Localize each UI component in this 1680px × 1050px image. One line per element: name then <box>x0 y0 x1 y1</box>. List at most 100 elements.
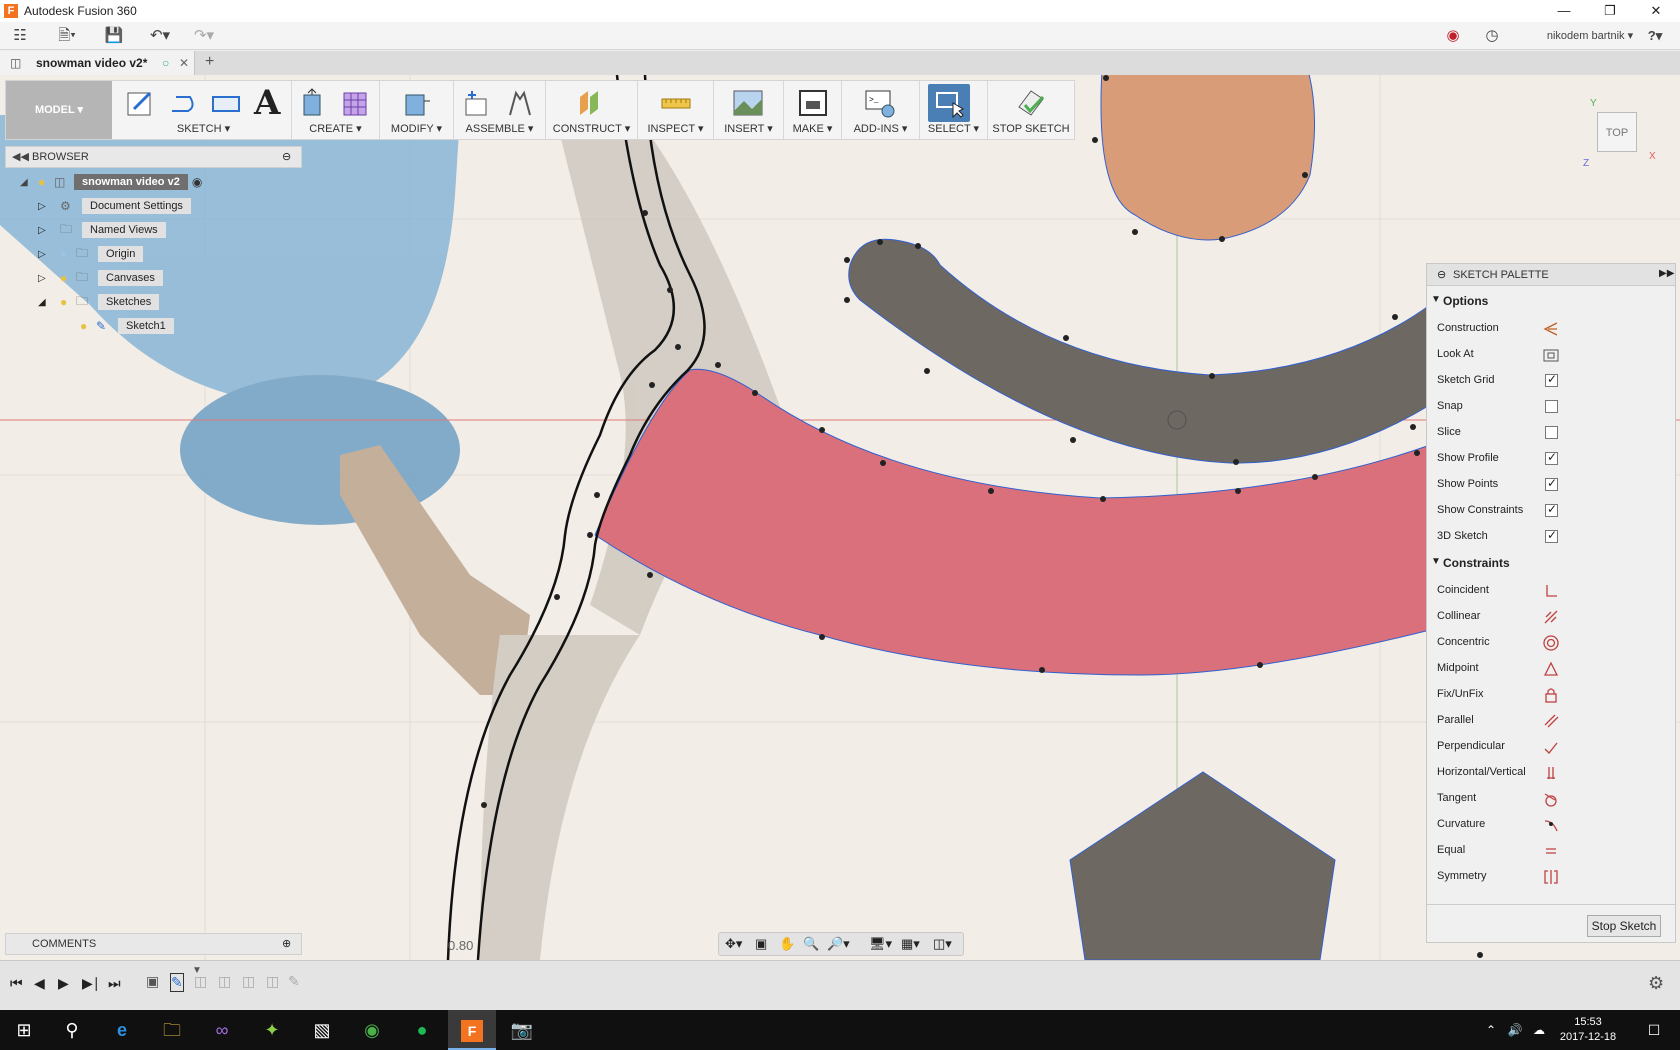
app-grid-icon[interactable]: ☷ <box>8 26 32 46</box>
file-explorer-icon[interactable]: 🗀 <box>148 1010 196 1050</box>
3d-sketch-checkbox[interactable] <box>1545 528 1558 543</box>
select-group-label[interactable]: SELECT ▾ <box>920 122 987 135</box>
timeline-sketch-icon[interactable]: ✎ <box>170 973 184 992</box>
timeline-feature-icon[interactable]: ◫ <box>194 973 207 990</box>
look-at-icon[interactable] <box>1543 347 1559 363</box>
constraint-coincident[interactable]: Coincident <box>1427 578 1677 604</box>
volume-icon[interactable]: 🔊 <box>1504 1010 1526 1050</box>
user-menu[interactable]: nikodem bartnik ▾ <box>1530 26 1650 46</box>
step-forward-icon[interactable]: ▶∣ <box>82 975 100 992</box>
fusion360-taskbar-icon[interactable]: F <box>448 1010 496 1050</box>
option-show-constraints[interactable]: Show Constraints <box>1427 498 1677 524</box>
browser-item-origin[interactable]: ▷ ● 🗀 Origin <box>38 244 144 264</box>
constraint-fix-unfix[interactable]: Fix/UnFix <box>1427 682 1677 708</box>
timeline-canvas-icon[interactable]: ▣ <box>146 973 159 990</box>
action-center-icon[interactable]: ☐ <box>1632 1010 1676 1050</box>
addins-group-label[interactable]: ADD-INS ▾ <box>842 122 919 135</box>
start-icon[interactable]: ⊞ <box>0 1010 48 1050</box>
undo-icon[interactable]: ↶▾ <box>144 26 176 46</box>
viewcube[interactable]: Y TOP X Z <box>1583 98 1670 178</box>
expand-icon[interactable]: ▷ <box>38 273 60 284</box>
help-icon[interactable]: ?▾ <box>1640 26 1670 46</box>
visibility-bulb-icon[interactable]: ● <box>60 271 76 285</box>
option-show-profile[interactable]: Show Profile <box>1427 446 1677 472</box>
step-back-icon[interactable]: ◀ <box>34 975 45 992</box>
option-construction[interactable]: Construction <box>1427 316 1677 342</box>
construct-group-label[interactable]: CONSTRUCT ▾ <box>546 122 637 135</box>
inspect-group-label[interactable]: INSPECT ▾ <box>638 122 713 135</box>
text-tool-icon[interactable]: A <box>254 83 280 123</box>
coincident-icon[interactable] <box>1543 583 1559 599</box>
timeline-settings-gear-icon[interactable]: ⚙ <box>1648 973 1664 994</box>
stop-sketch-icon[interactable] <box>1015 87 1047 119</box>
show-points-checkbox[interactable] <box>1545 476 1558 491</box>
modify-group-label[interactable]: MODIFY ▾ <box>380 122 453 135</box>
activate-component-icon[interactable]: ◉ <box>192 175 202 189</box>
go-to-start-icon[interactable]: ⏮ <box>10 975 23 992</box>
edge-browser-icon[interactable]: e <box>98 1010 146 1050</box>
assemble-group-label[interactable]: ASSEMBLE ▾ <box>454 122 545 135</box>
make-group-label[interactable]: MAKE ▾ <box>784 122 841 135</box>
unity-app-icon[interactable]: ✦ <box>248 1010 296 1050</box>
equal-icon[interactable] <box>1543 843 1559 859</box>
constraint-horizontal-vertical[interactable]: Horizontal/Vertical <box>1427 760 1677 786</box>
visibility-bulb-icon[interactable]: ● <box>38 175 54 189</box>
browser-minimize-icon[interactable]: ⊖ <box>282 150 291 163</box>
parallel-icon[interactable] <box>1543 713 1559 729</box>
option-sketch-grid[interactable]: Sketch Grid <box>1427 368 1677 394</box>
horizontal-vertical-icon[interactable] <box>1543 765 1559 781</box>
midpoint-icon[interactable] <box>1543 661 1559 677</box>
offset-plane-icon[interactable] <box>576 87 608 119</box>
visibility-bulb-icon[interactable]: ● <box>80 319 96 333</box>
pan-icon[interactable]: ✋ <box>779 936 795 952</box>
visibility-bulb-icon[interactable]: ● <box>60 247 76 261</box>
sketch-group-label[interactable]: SKETCH ▾ <box>116 122 291 135</box>
constraints-section-header[interactable]: ▼ Constraints <box>1427 554 1677 578</box>
collinear-icon[interactable] <box>1543 609 1559 625</box>
constraint-collinear[interactable]: Collinear <box>1427 604 1677 630</box>
curvature-icon[interactable] <box>1543 817 1559 833</box>
browser-item-canvases[interactable]: ▷ ● 🗀 Canvases <box>38 268 163 288</box>
concentric-icon[interactable] <box>1543 635 1559 651</box>
collapse-browser-icon[interactable]: ◀◀ <box>12 150 29 163</box>
constraint-tangent[interactable]: Tangent <box>1427 786 1677 812</box>
job-status-icon[interactable]: ◷ <box>1481 26 1503 46</box>
visual-studio-icon[interactable]: ∞ <box>198 1010 246 1050</box>
restore-button[interactable]: ❐ <box>1587 0 1633 22</box>
clock[interactable]: 15:53 2017-12-18 <box>1548 1015 1628 1045</box>
option-snap[interactable]: Snap <box>1427 394 1677 420</box>
save-icon[interactable]: 💾 <box>102 26 126 46</box>
redo-icon[interactable]: ↷▾ <box>188 26 220 46</box>
form-icon[interactable] <box>340 87 372 119</box>
palette-minimize-icon[interactable]: ⊖ <box>1437 268 1446 281</box>
timeline-feature-icon[interactable]: ◫ <box>266 973 279 990</box>
option-show-points[interactable]: Show Points <box>1427 472 1677 498</box>
stop-sketch-button[interactable]: Stop Sketch <box>1587 915 1661 937</box>
browser-item-document-settings[interactable]: ▷ ⚙ Document Settings <box>38 196 191 216</box>
minimize-button[interactable]: — <box>1541 0 1587 22</box>
symmetry-icon[interactable] <box>1543 869 1559 885</box>
press-pull-icon[interactable] <box>400 87 432 119</box>
scripts-addins-icon[interactable]: >_ <box>864 87 896 119</box>
options-section-header[interactable]: ▼ Options <box>1427 292 1677 316</box>
camera-app-icon[interactable]: 📷 <box>498 1010 546 1050</box>
comments-panel-header[interactable]: COMMENTS ⊕ <box>5 933 302 955</box>
expand-icon[interactable]: ▷ <box>38 249 60 260</box>
measure-icon[interactable] <box>660 87 692 119</box>
go-to-end-icon[interactable]: ⏭ <box>108 975 121 992</box>
timeline-feature-icon[interactable]: ✎ <box>288 973 300 990</box>
browser-root-row[interactable]: ◢ ● ◫ snowman video v2 ◉ <box>20 172 202 192</box>
expand-icon[interactable]: ▷ <box>38 225 60 236</box>
file-menu-icon[interactable]: 🗎▾ <box>52 26 82 46</box>
close-tab-icon[interactable]: ✕ <box>179 56 189 70</box>
create-group-label[interactable]: CREATE ▾ <box>292 122 379 135</box>
new-component-icon[interactable] <box>460 87 492 119</box>
option-look-at[interactable]: Look At <box>1427 342 1677 368</box>
record-icon[interactable]: ◉ <box>1442 26 1464 46</box>
timeline-feature-icon[interactable]: ◫ <box>242 973 255 990</box>
orbit-icon[interactable]: ✥▾ <box>725 936 742 952</box>
constraint-equal[interactable]: Equal <box>1427 838 1677 864</box>
line-icon[interactable] <box>168 87 200 119</box>
display-settings-icon[interactable]: 🖥▾ <box>869 936 892 952</box>
insert-group-label[interactable]: INSERT ▾ <box>714 122 783 135</box>
